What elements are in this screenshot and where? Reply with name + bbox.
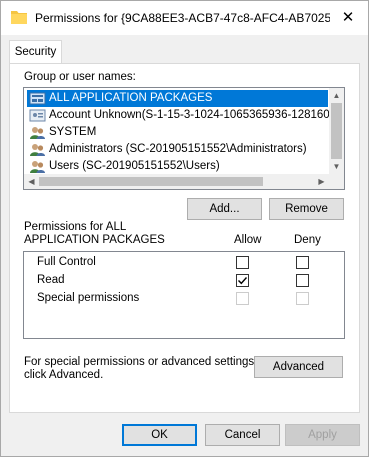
read-allow-checkbox[interactable] xyxy=(236,274,249,287)
packages-icon xyxy=(29,92,46,105)
close-icon: ✕ xyxy=(341,9,355,26)
group-user-listbox[interactable]: ALL APPLICATION PACKAGES Account Unknown… xyxy=(23,87,345,190)
title-bar: Permissions for {9CA88EE3-ACB7-47c8-AFC4… xyxy=(1,1,368,35)
tab-strip: Security xyxy=(9,40,360,64)
users-icon xyxy=(30,144,45,156)
users-icon xyxy=(30,161,45,173)
list-item[interactable]: Account Unknown(S-1-15-3-1024-1065365936… xyxy=(27,107,333,124)
list-item-label: ALL APPLICATION PACKAGES xyxy=(49,92,213,104)
vertical-scroll-thumb[interactable] xyxy=(331,103,342,159)
list-item-label: Administrators (SC-201905151552\Administ… xyxy=(49,143,307,155)
list-item[interactable]: Users (SC-201905151552\Users) xyxy=(27,158,333,175)
advanced-hint-line2: click Advanced. xyxy=(24,369,104,381)
list-item-label: Users (SC-201905151552\Users) xyxy=(49,160,220,172)
list-item[interactable]: Administrators (SC-201905151552\Administ… xyxy=(27,141,333,158)
tab-security[interactable]: Security xyxy=(9,40,62,64)
scroll-right-arrow-icon[interactable]: ▶ xyxy=(314,174,329,189)
window-title: Permissions for {9CA88EE3-ACB7-47c8-AFC4… xyxy=(35,11,330,25)
remove-button[interactable]: Remove xyxy=(269,198,344,220)
allow-column-header: Allow xyxy=(234,234,262,246)
permission-name: Read xyxy=(37,274,65,286)
read-deny-checkbox[interactable] xyxy=(296,274,309,287)
deny-column-header: Deny xyxy=(294,234,321,246)
permissions-list: Full Control Read Special permissions xyxy=(23,251,345,339)
horizontal-scroll-thumb[interactable] xyxy=(39,177,263,186)
permission-name: Special permissions xyxy=(37,292,140,304)
permission-name: Full Control xyxy=(37,256,96,268)
horizontal-scrollbar[interactable]: ◀ ▶ xyxy=(24,174,344,189)
list-item[interactable]: SYSTEM xyxy=(27,124,333,141)
add-button[interactable]: Add... xyxy=(187,198,262,220)
permissions-header-line2: APPLICATION PACKAGES xyxy=(24,234,165,246)
scroll-left-arrow-icon[interactable]: ◀ xyxy=(24,174,39,189)
checkmark-icon xyxy=(238,277,248,285)
permissions-dialog: Permissions for {9CA88EE3-ACB7-47c8-AFC4… xyxy=(0,0,369,457)
special-permissions-deny-checkbox xyxy=(296,292,309,305)
advanced-hint-line1: For special permissions or advanced sett… xyxy=(24,356,258,368)
scroll-up-arrow-icon[interactable]: ▲ xyxy=(329,88,344,103)
cancel-button[interactable]: Cancel xyxy=(205,424,280,446)
users-icon xyxy=(30,127,45,139)
ok-button[interactable]: OK xyxy=(122,424,197,446)
list-item-label: SYSTEM xyxy=(49,126,97,138)
close-button[interactable]: ✕ xyxy=(333,5,363,31)
special-permissions-allow-checkbox xyxy=(236,292,249,305)
folder-icon xyxy=(11,11,27,24)
full-control-allow-checkbox[interactable] xyxy=(236,256,249,269)
unknown-account-icon xyxy=(29,109,46,122)
vertical-scrollbar[interactable]: ▲ ▼ xyxy=(329,88,344,174)
permissions-header-line1: Permissions for ALL xyxy=(24,221,127,233)
advanced-button[interactable]: Advanced xyxy=(254,356,343,378)
apply-button[interactable]: Apply xyxy=(285,424,360,446)
list-item-label: Account Unknown(S-1-15-3-1024-1065365936… xyxy=(49,109,333,121)
group-list-label: Group or user names: xyxy=(24,71,136,83)
scroll-down-arrow-icon[interactable]: ▼ xyxy=(329,159,344,174)
list-item[interactable]: ALL APPLICATION PACKAGES xyxy=(27,90,328,107)
full-control-deny-checkbox[interactable] xyxy=(296,256,309,269)
